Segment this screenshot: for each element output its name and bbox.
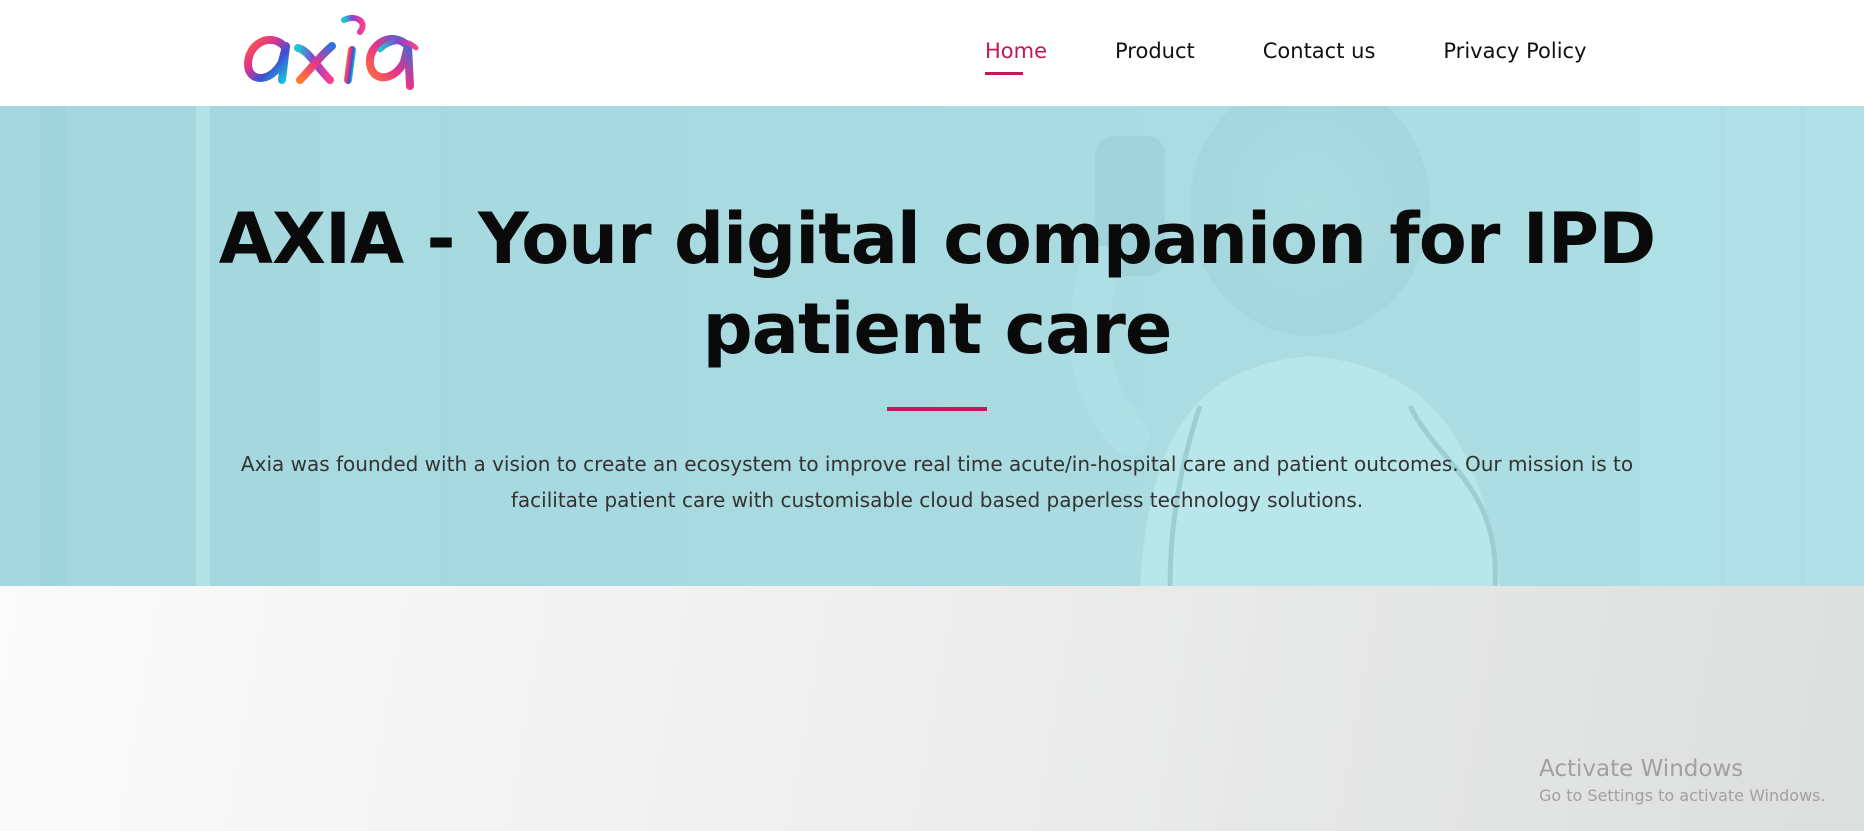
nav-home[interactable]: Home [985,39,1047,75]
main-nav: Home Product Contact us Privacy Policy [985,0,1587,106]
hero-section: AXIA - Your digital companion for IPD pa… [0,106,1864,586]
hero-description: Axia was founded with a vision to create… [240,452,1634,512]
lower-section [0,586,1864,831]
site-header: axia [0,0,1864,106]
nav-contact-us[interactable]: Contact us [1263,39,1376,67]
axia-logo-icon [244,14,419,90]
axia-logo[interactable]: axia [240,10,450,92]
hero-divider [887,407,987,411]
nav-product[interactable]: Product [1115,39,1195,67]
nav-privacy-policy[interactable]: Privacy Policy [1443,39,1586,67]
hero-title: AXIA - Your digital companion for IPD pa… [218,198,1656,370]
